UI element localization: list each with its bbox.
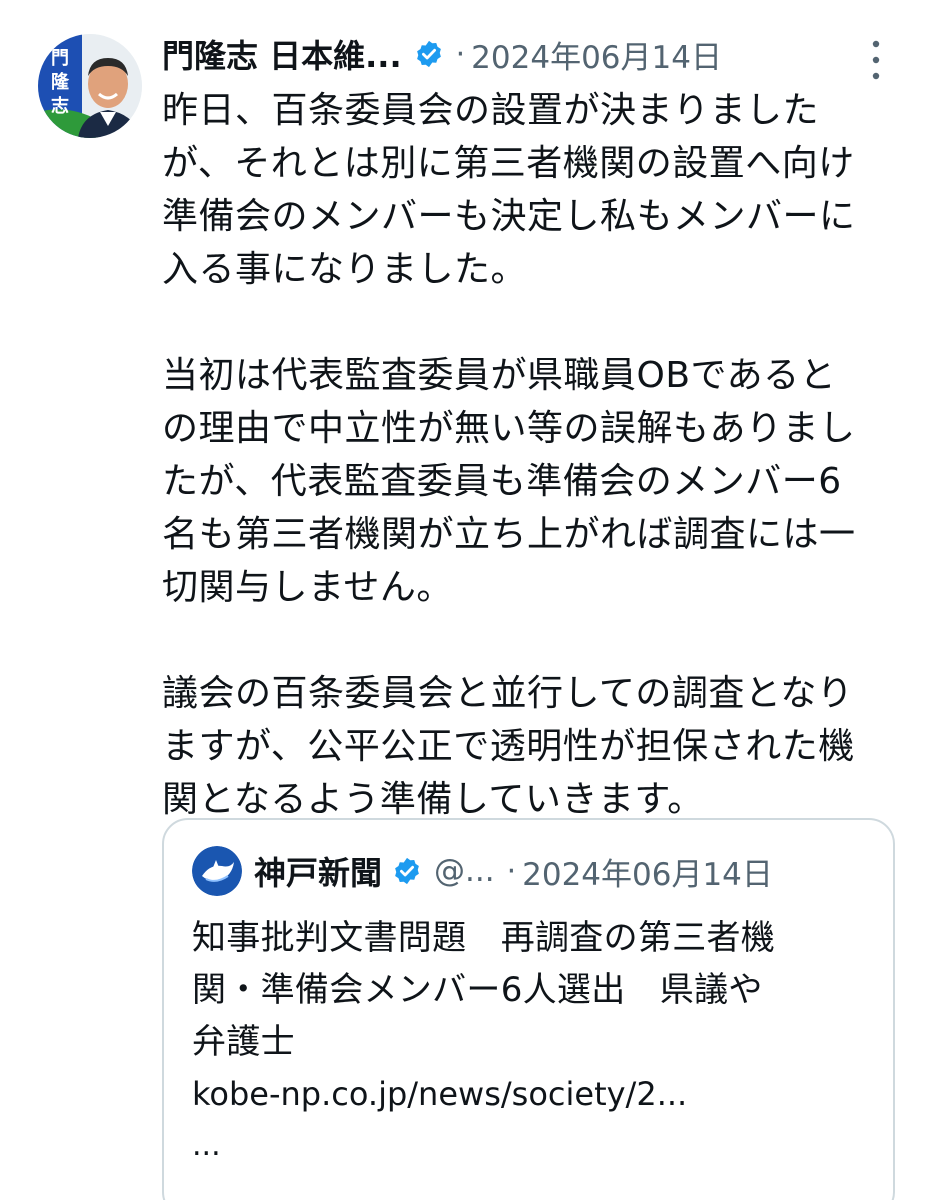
tweet-line: 準備会のメンバーも決定し私もメンバーに: [162, 196, 856, 237]
tweet-header: 門隆志 日本維... · 2024年06月14日: [162, 30, 722, 78]
tweet-paragraph: 昨日、百条委員会の設置が決まりました が、それとは別に第三者機関の設置へ向け 準…: [162, 84, 902, 296]
quote-link[interactable]: kobe-np.co.jp/news/society/2...: [192, 1068, 687, 1120]
verified-badge-icon: [414, 39, 444, 69]
quote-header: 神戸新聞 @... · 2024年06月14日: [192, 846, 773, 896]
quote-body: 知事批判文書問題 再調査の第三者機 関・準備会メンバー6人選出 県議や 弁護士: [192, 912, 882, 1068]
more-vertical-icon[interactable]: [866, 38, 886, 82]
tweet-line: 名も第三者機関が立ち上がれば調査には一: [162, 514, 856, 555]
quoted-tweet-card[interactable]: 神戸新聞 @... · 2024年06月14日 知事批判文書問題 再調査の第三者…: [162, 818, 895, 1200]
verified-badge-icon: [392, 856, 422, 886]
tweet-paragraph: 議会の百条委員会と並行しての調査となり ますが、公平公正で透明性が担保された機 …: [162, 667, 902, 826]
tweet-line: 昨日、百条委員会の設置が決まりました: [162, 90, 820, 131]
tweet[interactable]: 門 隆 志 門隆志 日本維... · 2024年06月14日 昨日、百条委員会の…: [0, 0, 928, 1200]
author-avatar[interactable]: 門 隆 志: [38, 34, 142, 138]
tweet-line: ますが、公平公正で透明性が担保された機: [162, 726, 855, 767]
tweet-body: 昨日、百条委員会の設置が決まりました が、それとは別に第三者機関の設置へ向け 準…: [162, 84, 902, 826]
header-separator: ·: [455, 36, 466, 72]
quote-date[interactable]: 2024年06月14日: [522, 849, 773, 894]
quote-avatar[interactable]: [192, 846, 242, 896]
author-name[interactable]: 門隆志 日本維...: [162, 31, 402, 77]
avatar-char-2: 隆: [51, 71, 70, 93]
tweet-line: が、それとは別に第三者機関の設置へ向け: [162, 143, 855, 184]
quote-handle[interactable]: @...: [434, 853, 495, 889]
tweet-line: 入る事になりました。: [162, 249, 528, 290]
tweet-line: 当初は代表監査委員が県職員OBであると: [162, 355, 837, 396]
tweet-line: 議会の百条委員会と並行しての調査となり: [162, 673, 854, 714]
quote-author-name[interactable]: 神戸新聞: [254, 848, 382, 894]
tweet-line: たが、代表監査委員も準備会のメンバー6: [162, 461, 842, 502]
tweet-line: の理由で中立性が無い等の誤解もありまし: [162, 408, 856, 449]
tweet-line: 切関与しません。: [162, 567, 453, 608]
quote-separator: ·: [506, 853, 517, 889]
quote-line: 弁護士: [192, 1022, 295, 1062]
tweet-paragraph: 当初は代表監査委員が県職員OBであると の理由で中立性が無い等の誤解もありまし …: [162, 349, 902, 614]
tweet-date[interactable]: 2024年06月14日: [471, 32, 722, 77]
quote-line: 知事批判文書問題 再調査の第三者機: [192, 918, 776, 958]
quote-line: 関・準備会メンバー6人選出 県議や: [192, 970, 763, 1010]
quote-ellipsis: ...: [192, 1128, 221, 1163]
avatar-char-3: 志: [51, 95, 69, 117]
avatar-char-1: 門: [51, 48, 69, 69]
